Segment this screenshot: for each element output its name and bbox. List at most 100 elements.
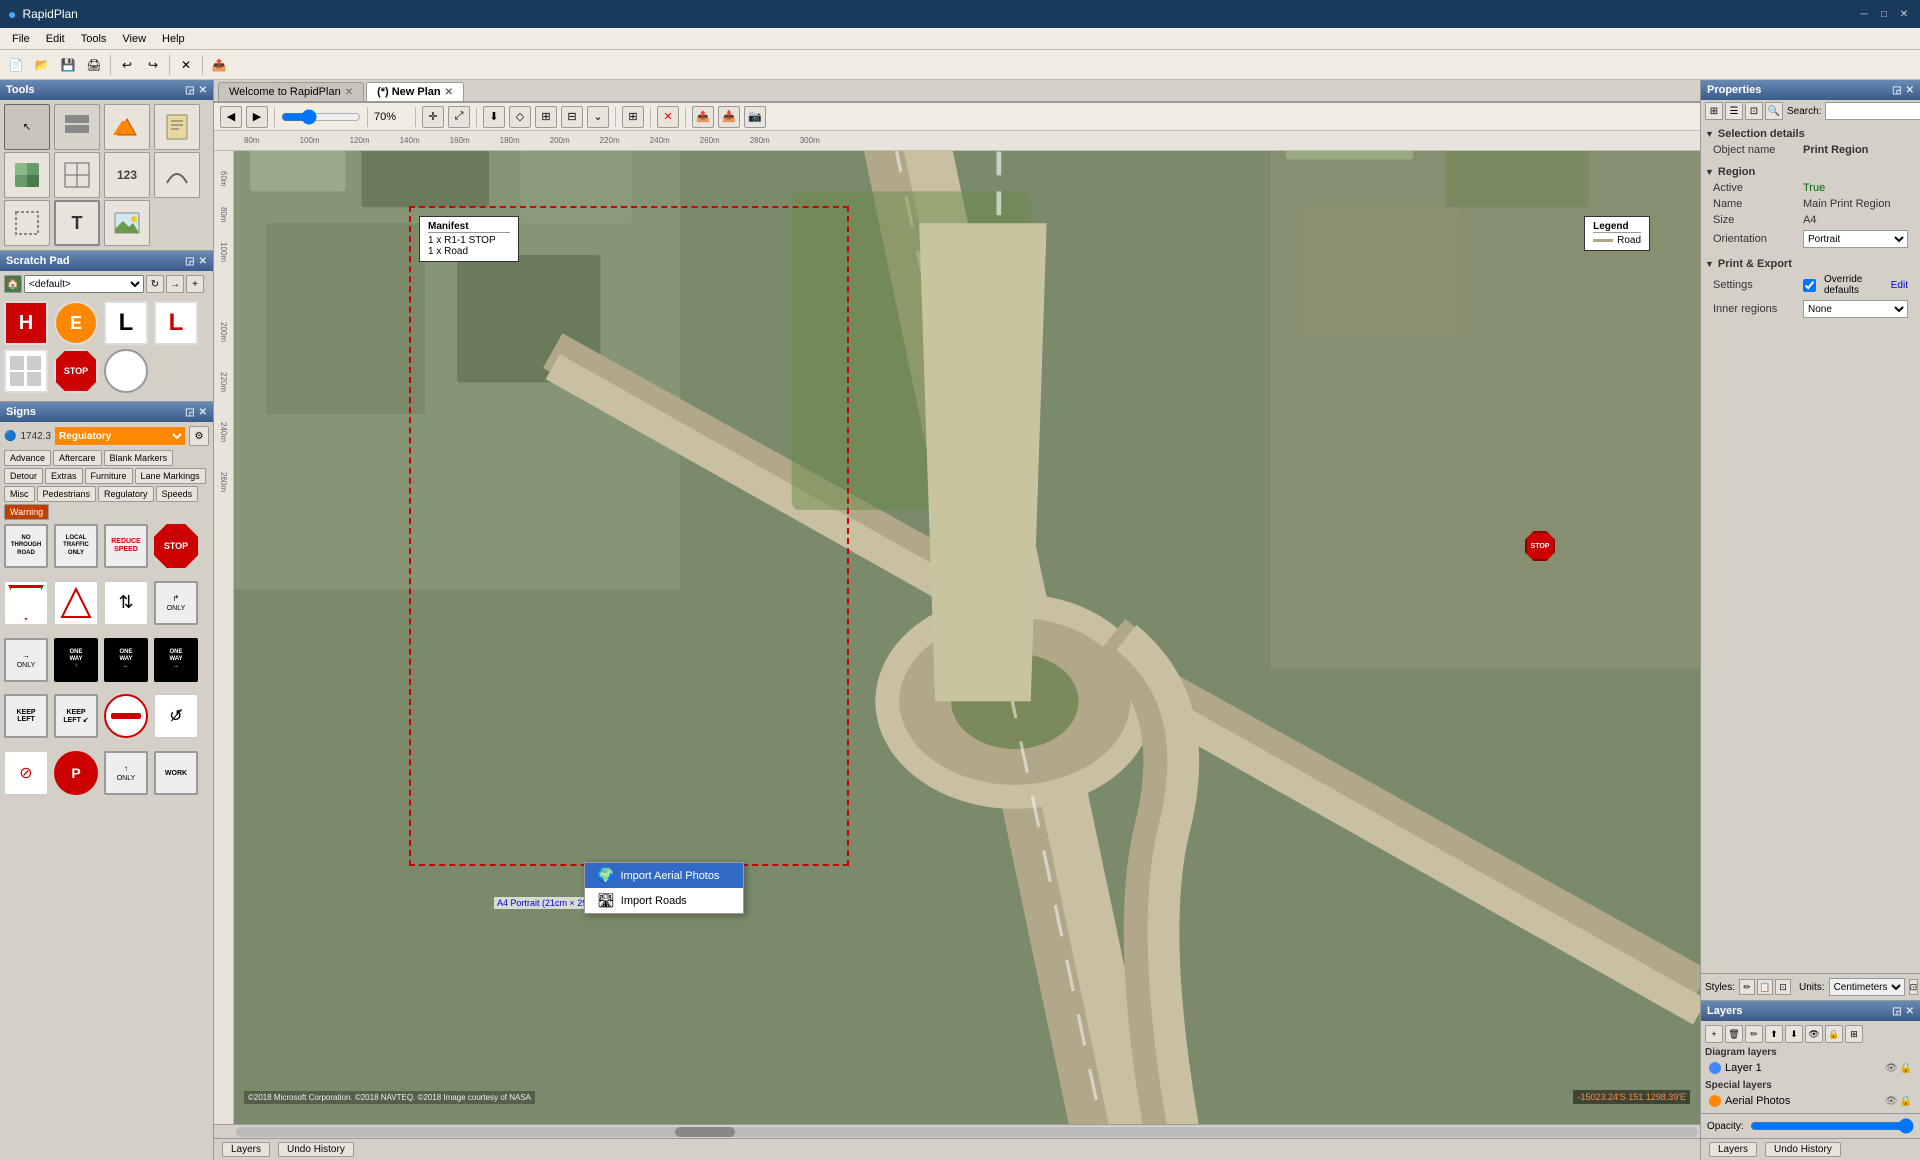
- sign-give-way[interactable]: [4, 581, 48, 625]
- sp-new-btn[interactable]: +: [186, 275, 204, 293]
- zoom-down[interactable]: ⬇: [483, 106, 505, 128]
- scroll-thumb-h[interactable]: [675, 1127, 735, 1137]
- settings-edit[interactable]: Edit: [1891, 280, 1908, 291]
- sign-no-entry[interactable]: [104, 694, 148, 738]
- zoom-chevron[interactable]: ⌄: [587, 106, 609, 128]
- layer-visible-btn[interactable]: 👁: [1805, 1025, 1823, 1043]
- sign-only-up[interactable]: ↑ONLY: [104, 751, 148, 795]
- tab-new-plan-close[interactable]: ✕: [445, 87, 453, 98]
- props-tab-1[interactable]: ⊞: [1705, 102, 1723, 120]
- tool-barrier[interactable]: [104, 104, 150, 150]
- tab-extras[interactable]: Extras: [45, 468, 83, 484]
- layer-edit-btn[interactable]: ✏: [1745, 1025, 1763, 1043]
- tab-misc[interactable]: Misc: [4, 486, 35, 502]
- tb-delete[interactable]: ✕: [174, 53, 198, 77]
- scratch-pad-close[interactable]: ✕: [199, 256, 207, 267]
- sign-keep-left2[interactable]: KEEPLEFT ↙: [54, 694, 98, 738]
- layers-float[interactable]: ◲: [1892, 1006, 1901, 1017]
- zoom-back[interactable]: ◀: [220, 106, 242, 128]
- zoom-export1[interactable]: 📤: [692, 106, 714, 128]
- sign-no-uturn[interactable]: ↺̸: [154, 694, 198, 738]
- sign-one-way-up[interactable]: ONEWAY↑: [54, 638, 98, 682]
- layers-tab-btn[interactable]: Layers: [222, 1142, 270, 1157]
- props-float[interactable]: ◲: [1892, 85, 1901, 96]
- sp-home-btn[interactable]: 🏠: [4, 275, 22, 293]
- sign-no-through-road[interactable]: NOTHROUGHROAD: [4, 524, 48, 568]
- style-copy-icon[interactable]: 📋: [1757, 979, 1773, 995]
- sign-only-right2[interactable]: →ONLY: [4, 638, 48, 682]
- props-tab-4[interactable]: 🔍: [1765, 102, 1783, 120]
- tool-note[interactable]: [154, 104, 200, 150]
- tb-export[interactable]: 📤: [207, 53, 231, 77]
- map-scroll-horizontal[interactable]: [214, 1124, 1700, 1138]
- sign-stop[interactable]: STOP: [154, 524, 198, 568]
- scratch-pad-float[interactable]: ◲: [185, 256, 194, 267]
- zoom-camera[interactable]: 📷: [744, 106, 766, 128]
- layers-close[interactable]: ✕: [1906, 1006, 1914, 1017]
- tool-image[interactable]: [104, 200, 150, 246]
- tab-welcome-close[interactable]: ✕: [345, 87, 353, 98]
- tool-layout[interactable]: [54, 152, 100, 198]
- sp-circle-sign[interactable]: [104, 349, 148, 393]
- props-close[interactable]: ✕: [1906, 85, 1914, 96]
- tool-aerial[interactable]: [4, 152, 50, 198]
- tool-curve[interactable]: [154, 152, 200, 198]
- menu-tools[interactable]: Tools: [73, 31, 115, 47]
- sign-keep-left[interactable]: KEEPLEFT: [4, 694, 48, 738]
- style-pencil-icon[interactable]: ✏: [1739, 979, 1755, 995]
- tab-furniture[interactable]: Furniture: [85, 468, 133, 484]
- tool-number[interactable]: 123: [104, 152, 150, 198]
- tools-panel-float[interactable]: ◲: [185, 85, 194, 96]
- layer-lock-btn[interactable]: 🔒: [1825, 1025, 1843, 1043]
- signs-panel-float[interactable]: ◲: [185, 407, 194, 418]
- layer-aerial[interactable]: Aerial Photos 👁 🔒: [1705, 1093, 1916, 1109]
- zoom-fwd[interactable]: ▶: [246, 106, 268, 128]
- undo-history-btn[interactable]: Undo History: [278, 1142, 354, 1157]
- undo-bottom-tab[interactable]: Undo History: [1765, 1142, 1841, 1157]
- menu-edit[interactable]: Edit: [38, 31, 73, 47]
- tb-undo[interactable]: ↩: [115, 53, 139, 77]
- layers-bottom-tab[interactable]: Layers: [1709, 1142, 1757, 1157]
- minimize-button[interactable]: ─: [1856, 6, 1872, 22]
- tab-warning[interactable]: Warning: [4, 504, 49, 520]
- inner-regions-select[interactable]: None Custom: [1803, 300, 1908, 318]
- selection-details-header[interactable]: ▼ Selection details: [1705, 126, 1916, 142]
- tb-print[interactable]: 🖨: [82, 53, 106, 77]
- sp-refresh-btn[interactable]: ↻: [146, 275, 164, 293]
- zoom-slider[interactable]: [281, 109, 361, 125]
- signs-settings-btn[interactable]: ⚙: [189, 426, 209, 446]
- tools-panel-close[interactable]: ✕: [199, 85, 207, 96]
- signs-category-select[interactable]: Regulatory: [55, 427, 185, 445]
- tab-advance[interactable]: Advance: [4, 450, 51, 466]
- tab-lane-markings[interactable]: Lane Markings: [135, 468, 206, 484]
- layer-grid-btn[interactable]: ⊞: [1845, 1025, 1863, 1043]
- menu-help[interactable]: Help: [154, 31, 193, 47]
- sp-category-select[interactable]: <default>: [24, 275, 144, 293]
- sign-right-only[interactable]: ↱ONLY: [154, 581, 198, 625]
- sign-one-way-left[interactable]: ONEWAY←: [104, 638, 148, 682]
- menu-file[interactable]: File: [4, 31, 38, 47]
- aerial-visible-icon[interactable]: 👁: [1885, 1096, 1898, 1107]
- zoom-export2[interactable]: 📥: [718, 106, 740, 128]
- maximize-button[interactable]: □: [1876, 6, 1892, 22]
- layer-up-btn[interactable]: ⬆: [1765, 1025, 1783, 1043]
- zoom-arrows[interactable]: ⤢: [448, 106, 470, 128]
- layer-add-btn[interactable]: +: [1705, 1025, 1723, 1043]
- ctx-import-aerial[interactable]: 🌍 Import Aerial Photos: [585, 863, 743, 888]
- aerial-lock-icon[interactable]: 🔒: [1900, 1096, 1912, 1107]
- tool-road[interactable]: [54, 104, 100, 150]
- sign-reduce-speed[interactable]: REDUCESPEED: [104, 524, 148, 568]
- opacity-slider[interactable]: [1750, 1118, 1914, 1134]
- tb-open[interactable]: 📂: [30, 53, 54, 77]
- zoom-cross[interactable]: ✛: [422, 106, 444, 128]
- map-canvas[interactable]: Manifest 1 x R1-1 STOP 1 x Road Legend R…: [234, 151, 1700, 1124]
- tb-save[interactable]: 💾: [56, 53, 80, 77]
- tool-select[interactable]: ↖: [4, 104, 50, 150]
- tab-speeds[interactable]: Speeds: [156, 486, 199, 502]
- signs-panel-close[interactable]: ✕: [199, 407, 207, 418]
- layer1-visible-icon[interactable]: 👁: [1885, 1063, 1898, 1074]
- zoom-table[interactable]: ⊞: [535, 106, 557, 128]
- layer1-lock-icon[interactable]: 🔒: [1900, 1063, 1912, 1074]
- sign-no-parking[interactable]: P: [54, 751, 98, 795]
- tb-redo[interactable]: ↪: [141, 53, 165, 77]
